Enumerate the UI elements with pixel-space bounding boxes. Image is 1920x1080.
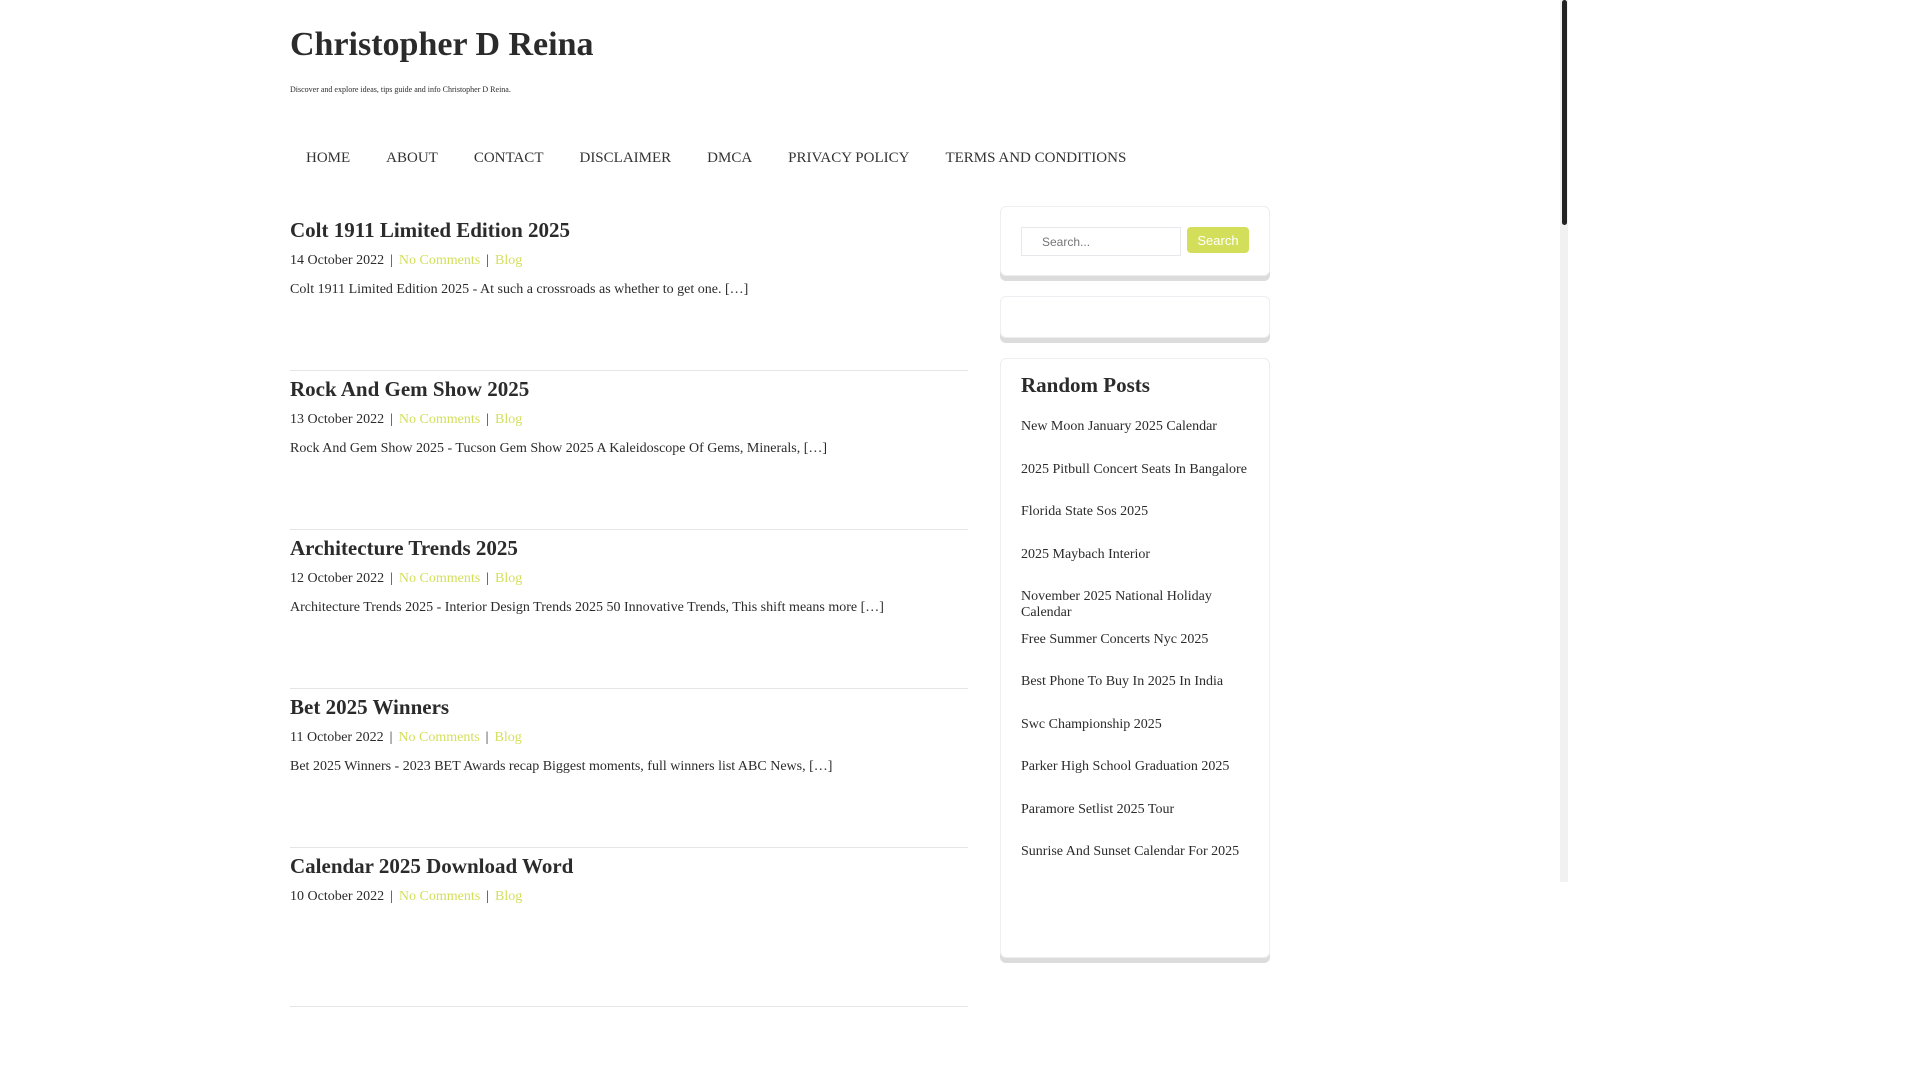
separator: |	[390, 571, 393, 586]
random-post-link[interactable]: Free Summer Concerts Nyc 2025	[1021, 632, 1249, 675]
post-meta: 13 October 2022 | No Comments | Blog	[290, 410, 968, 430]
separator: |	[486, 571, 489, 586]
post-date: 11 October 2022	[290, 730, 384, 745]
random-post-link[interactable]: Sunrise And Sunset Calendar For 2025	[1021, 844, 1249, 887]
post-excerpt: Rock And Gem Show 2025 - Tucson Gem Show…	[290, 441, 828, 456]
post-date: 10 October 2022	[290, 889, 385, 904]
search-widget: Search	[1000, 206, 1270, 276]
nav-about[interactable]: ABOUT	[370, 150, 454, 167]
post: Rock And Gem Show 2025 13 October 2022 | N…	[290, 375, 968, 530]
category-link[interactable]: Blog	[495, 253, 522, 268]
separator: |	[485, 730, 489, 745]
separator: |	[390, 253, 393, 268]
separator: |	[390, 889, 393, 904]
separator: |	[486, 253, 489, 268]
random-posts-widget: Random Posts New Moon January 2025 Calen…	[1000, 358, 1270, 958]
random-posts-title: Random Posts	[1021, 373, 1150, 397]
site-title[interactable]: Christopher D Reina	[290, 26, 594, 64]
post-title[interactable]: Bet 2025 Winners	[290, 693, 968, 728]
nav-home[interactable]: HOME	[290, 150, 366, 167]
main-nav: HOME ABOUT CONTACT DISCLAIMER DMCA PRIVA…	[290, 150, 1146, 167]
random-post-link[interactable]: Paramore Setlist 2025 Tour	[1021, 802, 1249, 845]
post: Calendar 2025 Download Word 10 October 2…	[290, 852, 968, 1007]
empty-widget	[1000, 296, 1270, 338]
separator: |	[389, 730, 393, 745]
post-meta: 14 October 2022 | No Comments | Blog	[290, 251, 968, 271]
comments-link[interactable]: No Comments	[399, 889, 480, 904]
category-link[interactable]: Blog	[495, 571, 522, 586]
site-tagline: Discover and explore ideas, tips guide a…	[290, 85, 511, 94]
comments-link[interactable]: No Comments	[399, 412, 480, 427]
search-input[interactable]	[1021, 227, 1181, 256]
comments-link[interactable]: No Comments	[399, 253, 480, 268]
scrollbar-thumb[interactable]	[1562, 0, 1567, 225]
random-post-link[interactable]: Swc Championship 2025	[1021, 717, 1249, 760]
random-post-link[interactable]: New Moon January 2025 Calendar	[1021, 419, 1249, 462]
post: Colt 1911 Limited Edition 2025 14 Octobe…	[290, 216, 968, 371]
random-post-link[interactable]: Florida State Sos 2025	[1021, 504, 1249, 547]
comments-link[interactable]: No Comments	[399, 571, 480, 586]
separator: |	[486, 889, 489, 904]
post-date: 13 October 2022	[290, 412, 385, 427]
category-link[interactable]: Blog	[495, 889, 522, 904]
post: Bet 2025 Winners 11 October 2022 | No Comm…	[290, 693, 968, 848]
random-post-link[interactable]: November 2025 National Holiday Calendar	[1021, 589, 1249, 632]
post-title[interactable]: Architecture Trends 2025	[290, 534, 968, 569]
post-date: 12 October 2022	[290, 571, 385, 586]
post-excerpt: Bet 2025 Winners - 2023 BET Awards recap…	[290, 759, 833, 774]
post: Architecture Trends 2025 12 October 2022…	[290, 534, 968, 689]
nav-terms[interactable]: TERMS AND CONDITIONS	[929, 150, 1142, 167]
separator: |	[390, 412, 393, 427]
nav-dmca[interactable]: DMCA	[691, 150, 768, 167]
search-button[interactable]: Search	[1187, 227, 1249, 253]
category-link[interactable]: Blog	[495, 412, 522, 427]
post-title[interactable]: Rock And Gem Show 2025	[290, 375, 968, 410]
post-meta: 10 October 2022 | No Comments | Blog	[290, 887, 968, 907]
nav-privacy-policy[interactable]: PRIVACY POLICY	[772, 150, 925, 167]
separator: |	[486, 412, 489, 427]
post-date: 14 October 2022	[290, 253, 385, 268]
random-post-link[interactable]: Best Phone To Buy In 2025 In India	[1021, 674, 1249, 717]
sidebar: Search Random Posts New Moon January 202…	[1000, 206, 1270, 978]
comments-link[interactable]: No Comments	[398, 730, 479, 745]
post-excerpt: Architecture Trends 2025 - Interior Desi…	[290, 600, 884, 615]
random-post-link[interactable]: Parker High School Graduation 2025	[1021, 759, 1249, 802]
scrollbar[interactable]	[1560, 0, 1568, 882]
post-meta: 11 October 2022 | No Comments | Blog	[290, 728, 968, 748]
post-title[interactable]: Colt 1911 Limited Edition 2025	[290, 216, 968, 251]
post-excerpt: Colt 1911 Limited Edition 2025 - At such…	[290, 282, 749, 297]
nav-disclaimer[interactable]: DISCLAIMER	[563, 150, 687, 167]
random-post-link[interactable]: 2025 Pitbull Concert Seats In Bangalore	[1021, 462, 1249, 505]
post-title[interactable]: Calendar 2025 Download Word	[290, 852, 968, 887]
post-meta: 12 October 2022 | No Comments | Blog	[290, 569, 968, 589]
nav-contact[interactable]: CONTACT	[458, 150, 560, 167]
post-list: Colt 1911 Limited Edition 2025 14 Octobe…	[290, 212, 968, 1007]
category-link[interactable]: Blog	[494, 730, 521, 745]
random-post-link[interactable]: 2025 Maybach Interior	[1021, 547, 1249, 590]
